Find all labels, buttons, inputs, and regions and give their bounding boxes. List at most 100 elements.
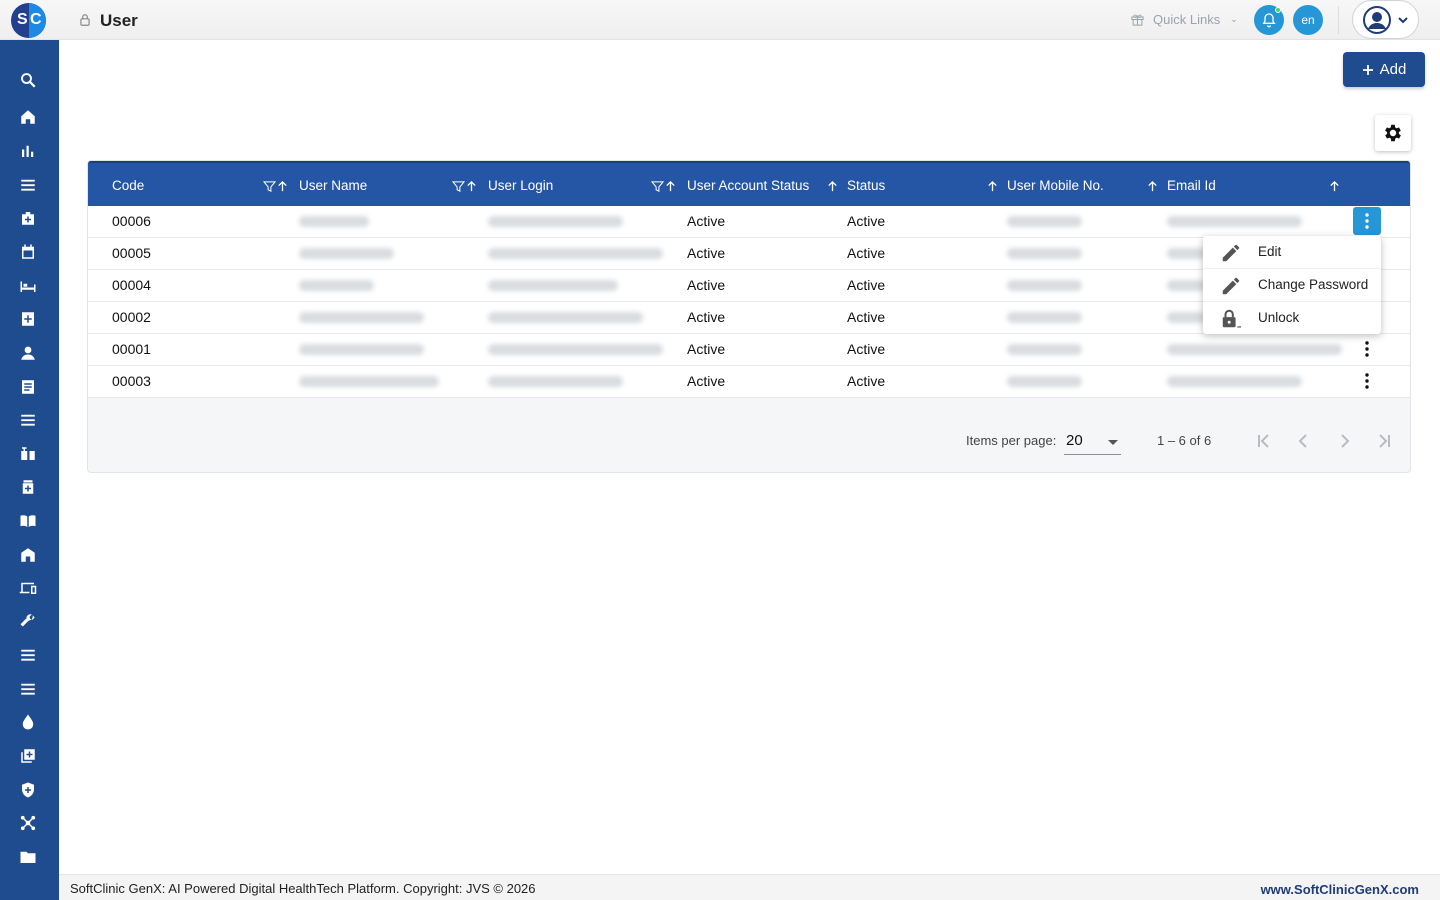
menu-item-label: Edit [1258,244,1282,259]
column-header-status[interactable]: Status [847,163,885,208]
column-settings-button[interactable] [1375,115,1411,151]
items-per-page-label: Items per page: [966,433,1057,448]
column-header-account-status[interactable]: User Account Status [687,163,809,208]
column-tools-user-name[interactable] [452,179,478,193]
add-button[interactable]: Add [1343,52,1425,87]
sort-arrow-icon[interactable] [465,180,478,193]
sort-arrow-icon[interactable] [276,180,289,193]
book-icon[interactable] [17,510,39,532]
profile-menu-button[interactable] [1352,0,1419,39]
column-header-user-name[interactable]: User Name [299,163,367,208]
menu-icon[interactable] [17,174,39,196]
menu-icon[interactable] [17,678,39,700]
wrench-icon[interactable] [17,611,39,633]
previous-page-button[interactable] [1290,427,1318,455]
redacted-mobile [1007,376,1082,387]
sort-arrow-icon[interactable] [664,180,677,193]
cell-code: 00006 [112,213,151,229]
first-page-button[interactable] [1250,427,1278,455]
footer-copyright: SoftClinic GenX: AI Powered Digital Heal… [70,881,536,896]
next-page-button[interactable] [1330,427,1358,455]
document-icon[interactable] [17,376,39,398]
lock-icon [80,14,90,26]
last-page-button[interactable] [1370,427,1398,455]
menu-icon[interactable] [17,644,39,666]
bell-icon [1262,13,1276,28]
footer: SoftClinic GenX: AI Powered Digital Heal… [59,874,1440,900]
gift-icon [1131,14,1144,26]
filter-icon[interactable] [263,180,276,193]
hub-icon[interactable] [17,812,39,834]
column-tools-account-status[interactable] [826,179,839,193]
redacted-user-login [488,280,618,291]
sort-arrow-icon[interactable] [986,180,999,193]
row-actions-button[interactable] [1353,207,1381,235]
menu-icon[interactable] [17,409,39,431]
filter-icon[interactable] [452,180,465,193]
medical-bag-icon[interactable] [17,207,39,229]
devices-icon[interactable] [17,577,39,599]
row-actions-button[interactable] [1353,367,1381,395]
medicine-icon[interactable] [17,476,39,498]
header-divider [1338,6,1339,34]
column-header-email[interactable]: Email Id [1167,163,1216,208]
cell-code: 00004 [112,277,151,293]
medical-plus-icon[interactable] [17,308,39,330]
redacted-user-login [488,216,623,227]
sort-arrow-icon[interactable] [1328,180,1341,193]
cell-account-status: Active [687,277,726,293]
chevron-down-icon: ⌄ [1230,13,1238,24]
sort-arrow-icon[interactable] [826,180,839,193]
drop-icon[interactable] [17,711,39,733]
more-vertical-icon [1365,373,1369,389]
items-per-page-select[interactable]: 20 [1064,427,1121,455]
redacted-mobile [1007,248,1082,259]
column-header-mobile[interactable]: User Mobile No. [1007,163,1104,208]
add-box-icon[interactable] [17,745,39,767]
menu-item-label: Unlock [1258,310,1300,325]
column-tools-code[interactable] [263,179,289,193]
table-row[interactable]: 00001 Active Active [88,334,1410,366]
row-actions-button[interactable] [1353,335,1381,363]
notifications-button[interactable] [1254,5,1284,35]
first-page-icon [1258,434,1269,448]
quick-links-menu[interactable]: Quick Links ⌄ [1130,9,1238,29]
redacted-user-login [488,312,643,323]
cell-code: 00003 [112,373,151,389]
column-tools-mobile[interactable] [1146,179,1159,193]
table-header: Code User Name User Login User Account S… [88,161,1410,206]
footer-website-link[interactable]: www.SoftClinicGenX.com [1261,882,1419,897]
sort-arrow-icon[interactable] [1146,180,1159,193]
column-header-user-login[interactable]: User Login [488,163,553,208]
redacted-email [1167,280,1207,291]
column-tools-email[interactable] [1328,179,1341,193]
menu-item-unlock[interactable]: Unlock [1203,302,1381,335]
filter-icon[interactable] [651,180,664,193]
building-icon[interactable] [17,544,39,566]
redacted-mobile [1007,312,1082,323]
column-tools-user-login[interactable] [651,179,677,193]
app-logo[interactable]: S C [11,3,46,38]
redacted-mobile [1007,216,1082,227]
items-per-page-value: 20 [1066,432,1083,449]
cell-account-status: Active [687,213,726,229]
person-icon[interactable] [17,342,39,364]
redacted-user-name [299,312,424,323]
bar-chart-icon[interactable] [17,140,39,162]
shield-icon[interactable] [17,779,39,801]
vaccine-icon[interactable] [17,443,39,465]
language-button[interactable]: en [1293,5,1323,35]
bed-icon[interactable] [17,275,39,297]
home-icon[interactable] [17,106,39,128]
table-row[interactable]: 00006 Active Active [88,206,1410,238]
column-tools-status[interactable] [986,179,999,193]
table-row[interactable]: 00003 Active Active [88,366,1410,398]
menu-item-edit[interactable]: Edit [1203,236,1381,269]
column-header-code[interactable]: Code [112,163,144,208]
redacted-user-name [299,376,439,387]
menu-item-change-password[interactable]: Change Password [1203,269,1381,302]
calendar-icon[interactable] [17,241,39,263]
search-icon[interactable] [17,69,39,91]
lock-icon [1222,309,1242,328]
folder-icon[interactable] [17,846,39,868]
